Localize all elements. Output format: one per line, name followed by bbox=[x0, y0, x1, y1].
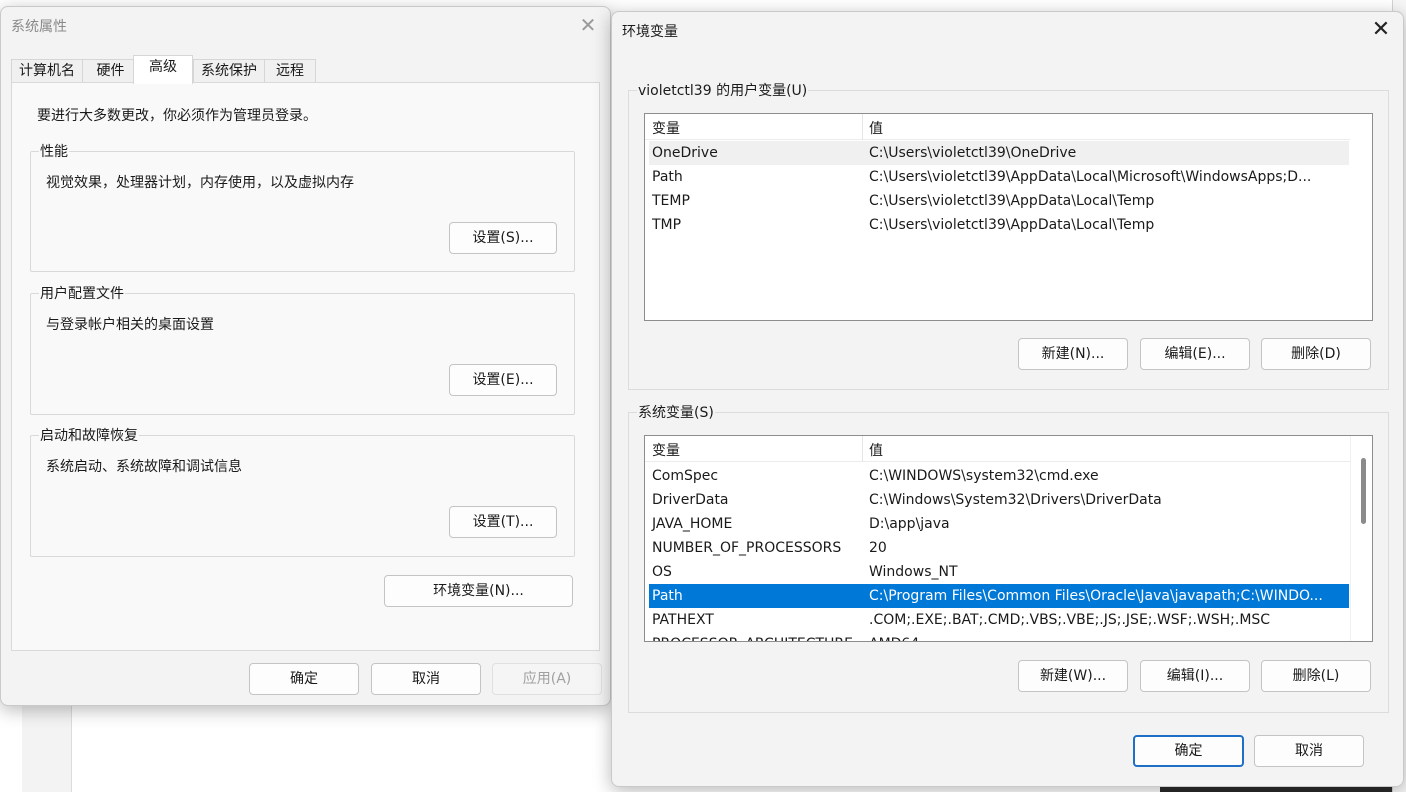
variable-value: C:\Users\violetctl39\AppData\Local\Temp bbox=[869, 193, 1155, 209]
column-separator[interactable] bbox=[862, 436, 863, 462]
close-icon[interactable]: ✕ bbox=[574, 11, 602, 39]
tab-advanced[interactable]: 高级 bbox=[133, 55, 193, 84]
user-variables-list[interactable]: 变量 值 OneDrive C:\Users\violetctl39\OneDr… bbox=[644, 113, 1373, 321]
table-row[interactable]: PROCESSOR_ARCHITECTURE AMD64 bbox=[649, 632, 1349, 641]
group-title: 启动和故障恢复 bbox=[39, 425, 139, 445]
column-header-value[interactable]: 值 bbox=[869, 118, 883, 138]
advanced-tab-panel: 要进行大多数更改，你必须作为管理员登录。 性能 视觉效果，处理器计划，内存使用，… bbox=[11, 82, 600, 651]
variable-value: C:\WINDOWS\system32\cmd.exe bbox=[869, 468, 1099, 484]
group-description: 系统启动、系统故障和调试信息 bbox=[46, 459, 242, 475]
user-profiles-group: 用户配置文件 与登录帐户相关的桌面设置 设置(E)... bbox=[30, 283, 575, 415]
variable-value: C:\Users\violetctl39\AppData\Local\Temp bbox=[869, 217, 1155, 233]
table-row[interactable]: PATHEXT .COM;.EXE;.BAT;.CMD;.VBS;.VBE;.J… bbox=[649, 608, 1349, 632]
system-variables-section: 系统变量(S) 变量 值 ComSpec C:\WINDOWS\system32… bbox=[628, 402, 1389, 713]
performance-settings-button[interactable]: 设置(S)... bbox=[449, 222, 557, 254]
performance-group: 性能 视觉效果，处理器计划，内存使用，以及虚拟内存 设置(S)... bbox=[30, 141, 575, 272]
background-explorer-pane bbox=[22, 700, 72, 792]
tab-system-protection[interactable]: 系统保护 bbox=[193, 59, 265, 83]
admin-notice: 要进行大多数更改，你必须作为管理员登录。 bbox=[37, 108, 317, 124]
startup-recovery-settings-button[interactable]: 设置(T)... bbox=[449, 506, 557, 538]
group-description: 视觉效果，处理器计划，内存使用，以及虚拟内存 bbox=[46, 175, 354, 191]
group-description: 与登录帐户相关的桌面设置 bbox=[46, 317, 214, 333]
variable-value: C:\Program Files\Common Files\Oracle\Jav… bbox=[869, 588, 1323, 604]
table-row[interactable]: TMP C:\Users\violetctl39\AppData\Local\T… bbox=[649, 213, 1349, 237]
variable-name: DriverData bbox=[652, 492, 729, 508]
vertical-scrollbar[interactable] bbox=[1350, 436, 1372, 641]
variable-name: Path bbox=[652, 169, 683, 185]
table-row[interactable]: ComSpec C:\WINDOWS\system32\cmd.exe bbox=[649, 464, 1349, 488]
cancel-button[interactable]: 取消 bbox=[371, 663, 481, 695]
variable-name: TEMP bbox=[652, 193, 690, 209]
group-title: 用户配置文件 bbox=[39, 283, 125, 303]
startup-recovery-group: 启动和故障恢复 系统启动、系统故障和调试信息 设置(T)... bbox=[30, 425, 575, 557]
apply-button[interactable]: 应用(A) bbox=[492, 663, 602, 695]
variable-value: D:\app\java bbox=[869, 516, 950, 532]
title-bar[interactable]: 环境变量 ✕ bbox=[612, 12, 1403, 48]
cancel-button[interactable]: 取消 bbox=[1254, 735, 1364, 767]
tab-remote[interactable]: 远程 bbox=[264, 59, 316, 83]
system-variables-list[interactable]: 变量 值 ComSpec C:\WINDOWS\system32\cmd.exe… bbox=[644, 435, 1373, 642]
user-delete-button[interactable]: 删除(D) bbox=[1261, 338, 1371, 370]
variable-value: C:\Windows\System32\Drivers\DriverData bbox=[869, 492, 1162, 508]
system-new-button[interactable]: 新建(W)... bbox=[1018, 660, 1128, 692]
ok-button[interactable]: 确定 bbox=[249, 663, 359, 695]
column-header-name[interactable]: 变量 bbox=[652, 440, 680, 460]
table-row-selected[interactable]: Path C:\Program Files\Common Files\Oracl… bbox=[649, 584, 1349, 608]
section-title: 系统变量(S) bbox=[637, 402, 715, 422]
table-row[interactable]: DriverData C:\Windows\System32\Drivers\D… bbox=[649, 488, 1349, 512]
list-header: 变量 值 bbox=[645, 436, 1350, 462]
table-row[interactable]: JAVA_HOME D:\app\java bbox=[649, 512, 1349, 536]
variable-value: Windows_NT bbox=[869, 564, 958, 580]
group-title: 性能 bbox=[39, 141, 69, 161]
scrollbar-thumb[interactable] bbox=[1361, 458, 1366, 524]
title-bar[interactable]: 系统属性 ✕ bbox=[1, 7, 610, 43]
window-title: 系统属性 bbox=[11, 19, 67, 35]
variable-name: ComSpec bbox=[652, 468, 719, 484]
system-delete-button[interactable]: 删除(L) bbox=[1261, 660, 1371, 692]
variable-name: Path bbox=[652, 588, 683, 604]
column-header-name[interactable]: 变量 bbox=[652, 118, 680, 138]
tab-computer-name[interactable]: 计算机名 bbox=[11, 59, 83, 83]
ok-button[interactable]: 确定 bbox=[1133, 735, 1244, 767]
column-separator[interactable] bbox=[862, 114, 863, 140]
environment-variables-window: 环境变量 ✕ violetctl39 的用户变量(U) 变量 值 OneDriv… bbox=[611, 11, 1404, 787]
window-title: 环境变量 bbox=[622, 24, 678, 40]
variable-value: 20 bbox=[869, 540, 887, 556]
system-properties-window: 系统属性 ✕ 计算机名 硬件 高级 系统保护 远程 要进行大多数更改，你必须作为… bbox=[0, 6, 611, 706]
variable-value: C:\Users\violetctl39\OneDrive bbox=[869, 145, 1077, 161]
user-new-button[interactable]: 新建(N)... bbox=[1018, 338, 1128, 370]
variable-name: OneDrive bbox=[652, 145, 718, 161]
variable-value: AMD64 bbox=[869, 632, 1345, 641]
variable-name: OS bbox=[652, 564, 672, 580]
variable-name: PATHEXT bbox=[652, 612, 714, 628]
variable-name: JAVA_HOME bbox=[652, 516, 733, 532]
variable-name: NUMBER_OF_PROCESSORS bbox=[652, 540, 842, 556]
table-row[interactable]: TEMP C:\Users\violetctl39\AppData\Local\… bbox=[649, 189, 1349, 213]
system-edit-button[interactable]: 编辑(I)... bbox=[1140, 660, 1250, 692]
variable-value: C:\Users\violetctl39\AppData\Local\Micro… bbox=[869, 169, 1312, 185]
user-profiles-settings-button[interactable]: 设置(E)... bbox=[449, 364, 557, 396]
table-row[interactable]: Path C:\Users\violetctl39\AppData\Local\… bbox=[649, 165, 1349, 189]
variable-name: PROCESSOR_ARCHITECTURE bbox=[652, 632, 853, 641]
table-row[interactable]: NUMBER_OF_PROCESSORS 20 bbox=[649, 536, 1349, 560]
user-edit-button[interactable]: 编辑(E)... bbox=[1140, 338, 1250, 370]
environment-variables-button[interactable]: 环境变量(N)... bbox=[384, 575, 573, 607]
list-header: 变量 值 bbox=[645, 114, 1350, 140]
variable-value: .COM;.EXE;.BAT;.CMD;.VBS;.VBE;.JS;.JSE;.… bbox=[869, 612, 1271, 628]
tab-hardware[interactable]: 硬件 bbox=[82, 59, 139, 83]
section-title: violetctl39 的用户变量(U) bbox=[637, 80, 809, 100]
table-row[interactable]: OneDrive C:\Users\violetctl39\OneDrive bbox=[649, 141, 1349, 165]
variable-name: TMP bbox=[652, 217, 682, 233]
user-variables-section: violetctl39 的用户变量(U) 变量 值 OneDrive C:\Us… bbox=[628, 80, 1389, 390]
table-row[interactable]: OS Windows_NT bbox=[649, 560, 1349, 584]
column-header-value[interactable]: 值 bbox=[869, 440, 883, 460]
close-icon[interactable]: ✕ bbox=[1367, 16, 1395, 44]
